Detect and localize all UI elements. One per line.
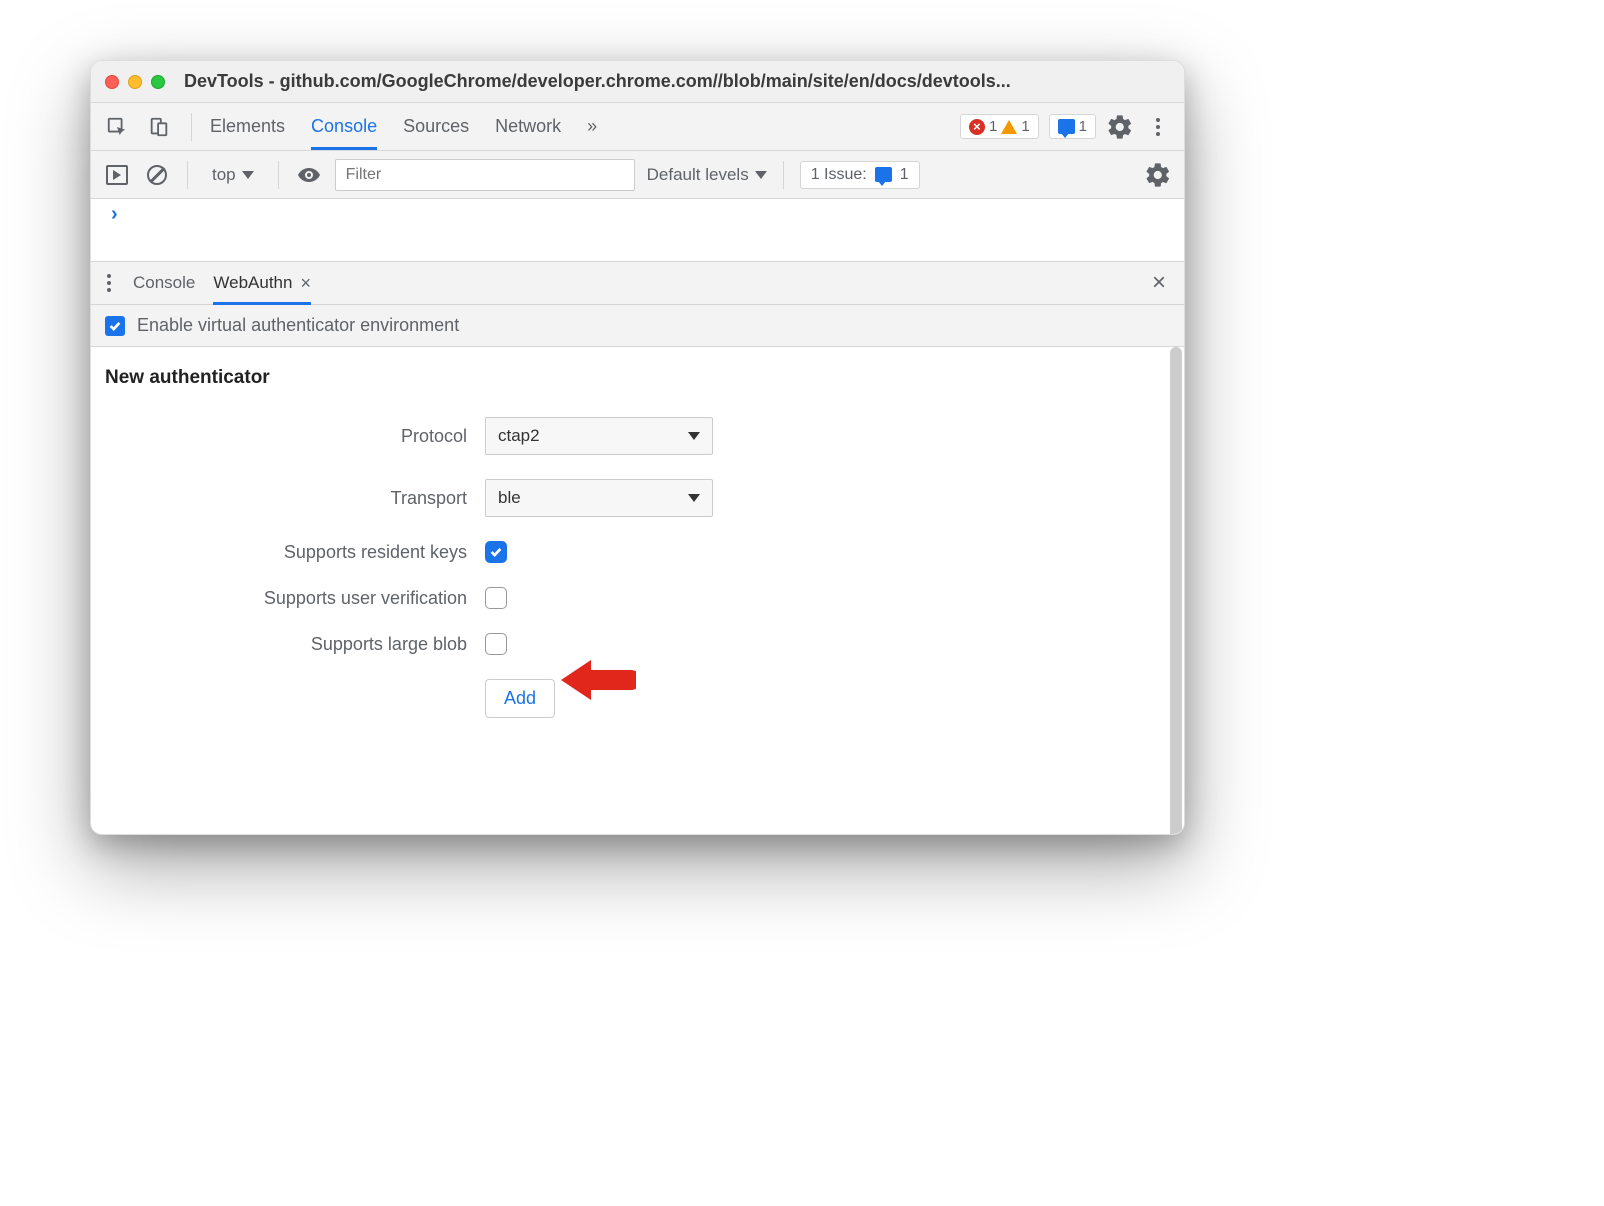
- transport-row: Transport ble: [105, 479, 1170, 517]
- chevron-down-icon: [755, 171, 767, 179]
- close-tab-icon[interactable]: ×: [300, 273, 311, 294]
- transport-label: Transport: [105, 488, 485, 509]
- error-count: 1: [989, 118, 997, 135]
- issues-label: 1 Issue:: [811, 166, 867, 184]
- window-close-button[interactable]: [105, 75, 119, 89]
- divider: [191, 113, 192, 141]
- protocol-value: ctap2: [498, 426, 540, 446]
- console-settings-button[interactable]: [1144, 161, 1172, 189]
- issues-count: 1: [1079, 118, 1087, 135]
- protocol-select[interactable]: ctap2: [485, 417, 713, 455]
- chevron-down-icon: [688, 494, 700, 502]
- transport-value: ble: [498, 488, 521, 508]
- console-prompt-icon: ›: [111, 203, 118, 226]
- add-button[interactable]: Add: [485, 679, 555, 718]
- issues-pill-count: 1: [900, 166, 909, 184]
- warning-icon: [1001, 120, 1017, 134]
- tab-sources[interactable]: Sources: [403, 104, 469, 149]
- divider: [278, 161, 279, 189]
- more-tabs-icon[interactable]: »: [587, 116, 597, 137]
- large-blob-label: Supports large blob: [105, 634, 485, 655]
- drawer-tab-label: WebAuthn: [213, 273, 292, 293]
- user-verification-label: Supports user verification: [105, 588, 485, 609]
- enable-label: Enable virtual authenticator environment: [137, 315, 459, 336]
- panel-heading: New authenticator: [105, 367, 1170, 389]
- chevron-down-icon: [688, 432, 700, 440]
- devtools-window: DevTools - github.com/GoogleChrome/devel…: [90, 60, 1185, 835]
- window-title: DevTools - github.com/GoogleChrome/devel…: [184, 71, 1170, 92]
- user-verification-row: Supports user verification: [105, 587, 1170, 609]
- tab-console[interactable]: Console: [311, 104, 377, 149]
- window-zoom-button[interactable]: [151, 75, 165, 89]
- issues-badge[interactable]: 1: [1049, 114, 1096, 139]
- device-toolbar-icon[interactable]: [145, 113, 173, 141]
- protocol-label: Protocol: [105, 426, 485, 447]
- main-toolbar: Elements Console Sources Network » 1 1 1: [91, 103, 1184, 151]
- chevron-down-icon: [242, 171, 254, 179]
- large-blob-checkbox[interactable]: [485, 633, 507, 655]
- resident-keys-checkbox[interactable]: [485, 541, 507, 563]
- enable-row: Enable virtual authenticator environment: [91, 305, 1184, 347]
- levels-label: Default levels: [647, 165, 749, 185]
- divider: [187, 161, 188, 189]
- issue-icon: [875, 167, 892, 182]
- drawer-more-button[interactable]: [103, 270, 115, 296]
- console-body[interactable]: ›: [91, 199, 1184, 261]
- drawer-tab-label: Console: [133, 273, 195, 293]
- drawer-tab-console[interactable]: Console: [133, 263, 195, 303]
- scrollbar-thumb[interactable]: [1170, 347, 1182, 835]
- tab-network[interactable]: Network: [495, 104, 561, 149]
- webauthn-panel: New authenticator Protocol ctap2 Transpo…: [91, 347, 1184, 834]
- tab-elements[interactable]: Elements: [210, 104, 285, 149]
- inspect-element-icon[interactable]: [103, 113, 131, 141]
- traffic-lights: [105, 75, 165, 89]
- large-blob-row: Supports large blob: [105, 633, 1170, 655]
- drawer-tab-webauthn[interactable]: WebAuthn ×: [213, 263, 311, 304]
- more-options-button[interactable]: [1144, 113, 1172, 141]
- issues-pill[interactable]: 1 Issue: 1: [800, 161, 920, 189]
- log-levels-selector[interactable]: Default levels: [647, 165, 767, 185]
- error-warning-badge[interactable]: 1 1: [960, 114, 1039, 139]
- add-row: Add: [105, 679, 1170, 718]
- settings-button[interactable]: [1106, 113, 1134, 141]
- toolbar-right: 1 1 1: [960, 113, 1172, 141]
- resident-keys-row: Supports resident keys: [105, 541, 1170, 563]
- context-selector[interactable]: top: [204, 161, 262, 189]
- live-expression-icon[interactable]: [295, 161, 323, 189]
- window-minimize-button[interactable]: [128, 75, 142, 89]
- console-toolbar: top Default levels 1 Issue: 1: [91, 151, 1184, 199]
- resident-keys-label: Supports resident keys: [105, 542, 485, 563]
- context-label: top: [212, 165, 236, 185]
- drawer-tabs: Console WebAuthn × ×: [91, 261, 1184, 305]
- clear-console-icon[interactable]: [143, 161, 171, 189]
- issue-icon: [1058, 119, 1075, 134]
- protocol-row: Protocol ctap2: [105, 417, 1170, 455]
- divider: [783, 161, 784, 189]
- titlebar: DevTools - github.com/GoogleChrome/devel…: [91, 61, 1184, 103]
- drawer-close-button[interactable]: ×: [1146, 269, 1172, 297]
- transport-select[interactable]: ble: [485, 479, 713, 517]
- error-icon: [969, 119, 985, 135]
- user-verification-checkbox[interactable]: [485, 587, 507, 609]
- scrollbar[interactable]: [1170, 347, 1182, 835]
- warning-count: 1: [1021, 118, 1029, 135]
- filter-input[interactable]: [335, 159, 635, 191]
- enable-virtual-authenticator-checkbox[interactable]: [105, 316, 125, 336]
- main-tabs: Elements Console Sources Network »: [210, 104, 597, 149]
- toggle-console-sidebar-icon[interactable]: [103, 161, 131, 189]
